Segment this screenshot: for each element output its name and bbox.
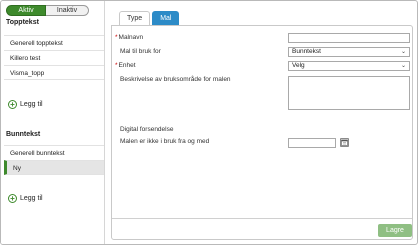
description-label: Beskrivelse av bruksområde for malen: [120, 76, 231, 83]
unit-select-value: Velg: [292, 62, 305, 69]
tab-type[interactable]: Type: [119, 11, 151, 25]
list-item[interactable]: Generell topptekst: [4, 35, 104, 50]
chevron-down-icon: ⌄: [400, 63, 406, 69]
unit-select[interactable]: Velg ⌄: [288, 61, 410, 71]
digital-dispatch-label: Digital forsendelse: [120, 126, 174, 133]
tab-bar: Type Mal: [119, 11, 181, 25]
add-header-template-link[interactable]: + Legg til: [8, 100, 43, 109]
filter-active-button[interactable]: Aktiv: [6, 5, 46, 16]
usage-select-value: Bunntekst: [292, 48, 321, 55]
tab-mal[interactable]: Mal: [152, 11, 180, 25]
status-filter-toggle: Aktiv Inaktiv: [6, 5, 89, 16]
section-title-header: Topptekst: [6, 19, 39, 26]
template-form-panel: *Malnavn Mal til bruk for Bunntekst ⌄ *E…: [111, 25, 413, 240]
not-in-use-date-input[interactable]: [288, 138, 336, 148]
editor-content: Type Mal *Malnavn Mal til bruk for Bunnt…: [111, 11, 413, 240]
plus-circle-icon: +: [8, 194, 17, 203]
footer-divider: [112, 218, 412, 219]
list-item[interactable]: Generell bunntekst: [4, 145, 104, 160]
footer-template-list: Generell bunntekst Ny: [4, 145, 104, 175]
chevron-down-icon: ⌄: [400, 49, 406, 55]
required-marker: *: [115, 62, 118, 69]
unit-label: *Enhet: [115, 62, 136, 69]
plus-circle-icon: +: [8, 100, 17, 109]
list-item[interactable]: Visma_topp: [4, 65, 104, 80]
header-template-list: Generell topptekst Killero test Visma_to…: [4, 35, 104, 80]
name-label: *Malnavn: [115, 34, 144, 41]
save-button[interactable]: Lagre: [378, 224, 412, 237]
filter-inactive-button[interactable]: Inaktiv: [46, 5, 89, 16]
sidebar: Aktiv Inaktiv Topptekst Generell topptek…: [1, 1, 105, 244]
add-label: Legg til: [20, 195, 43, 202]
add-label: Legg til: [20, 101, 43, 108]
usage-select[interactable]: Bunntekst ⌄: [288, 47, 410, 57]
add-footer-template-link[interactable]: + Legg til: [8, 194, 43, 203]
calendar-icon[interactable]: [340, 138, 349, 147]
description-textarea[interactable]: [288, 76, 410, 110]
list-item-selected[interactable]: Ny: [4, 160, 104, 175]
name-input[interactable]: [288, 33, 410, 43]
required-marker: *: [115, 34, 118, 41]
not-in-use-label: Malen er ikke i bruk fra og med: [120, 138, 210, 145]
list-item[interactable]: Killero test: [4, 50, 104, 65]
usage-label: Mal til bruk for: [120, 48, 161, 55]
section-title-footer: Bunntekst: [6, 131, 41, 138]
template-editor-window: Aktiv Inaktiv Topptekst Generell topptek…: [0, 0, 418, 245]
